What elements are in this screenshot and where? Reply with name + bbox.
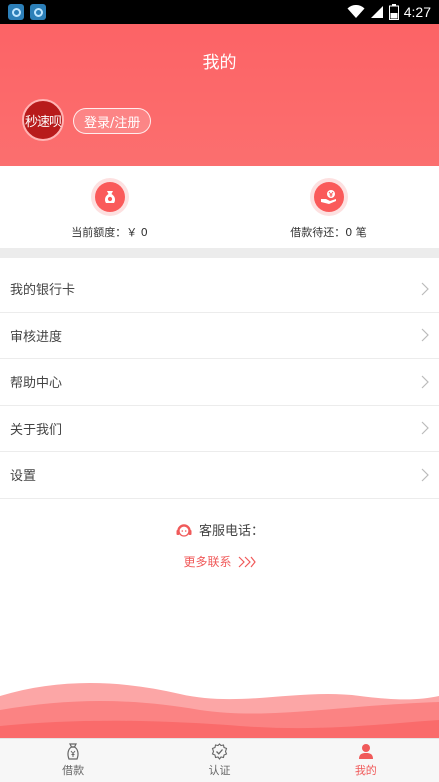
chevron-right-icon bbox=[421, 375, 429, 389]
loan-bag-icon bbox=[67, 743, 79, 760]
avatar-logo[interactable]: 秒速呗 bbox=[22, 99, 64, 141]
tab-label: 我的 bbox=[354, 764, 377, 777]
avatar-logo-text: 秒速呗 bbox=[24, 114, 62, 130]
service-phone-label: 客服电话： bbox=[198, 524, 264, 539]
battery-icon bbox=[388, 4, 399, 20]
verify-icon bbox=[211, 743, 228, 760]
chevron-right-icon bbox=[421, 468, 429, 482]
tab-mine[interactable]: 我的 bbox=[293, 739, 439, 782]
headset-icon bbox=[176, 523, 192, 537]
credit-limit-text: 当前额度：￥ 0 bbox=[71, 226, 148, 239]
credit-limit-stat[interactable]: 当前额度：￥ 0 bbox=[0, 166, 219, 248]
menu-item-label: 关于我们 bbox=[10, 422, 63, 438]
loan-pending-text: 借款待还：0 笔 bbox=[290, 226, 367, 239]
person-icon bbox=[358, 744, 373, 759]
menu-item-settings[interactable]: 设置 bbox=[0, 452, 439, 499]
settings-menu: 我的银行卡 审核进度 帮助中心 关于我们 设置 bbox=[0, 266, 439, 499]
more-contact-link[interactable]: 更多联系 bbox=[0, 553, 439, 570]
tab-label: 借款 bbox=[62, 764, 85, 777]
double-chevron-right-icon bbox=[238, 556, 256, 567]
tab-loan[interactable]: 借款 bbox=[0, 739, 146, 782]
wifi-icon bbox=[347, 5, 365, 18]
signal-icon bbox=[370, 6, 383, 18]
decorative-waves bbox=[0, 683, 439, 738]
chevron-right-icon bbox=[421, 328, 429, 342]
menu-item-review-progress[interactable]: 审核进度 bbox=[0, 313, 439, 359]
chevron-right-icon bbox=[421, 421, 429, 435]
section-divider bbox=[0, 248, 439, 258]
service-phone-line[interactable]: 客服电话： bbox=[0, 520, 439, 539]
menu-item-label: 设置 bbox=[10, 469, 37, 485]
clock: 4:27 bbox=[403, 4, 431, 20]
tab-verify[interactable]: 认证 bbox=[146, 739, 292, 782]
repay-hand-icon bbox=[313, 182, 344, 212]
menu-item-help-center[interactable]: 帮助中心 bbox=[0, 359, 439, 406]
menu-item-label: 审核进度 bbox=[10, 329, 63, 345]
account-stats: 当前额度：￥ 0 借款待还：0 笔 bbox=[0, 166, 439, 248]
status-bar: 4:27 bbox=[0, 0, 439, 24]
more-contact-label: 更多联系 bbox=[183, 555, 232, 569]
menu-item-label: 我的银行卡 bbox=[10, 283, 76, 299]
menu-item-bank-card[interactable]: 我的银行卡 bbox=[0, 266, 439, 313]
loan-pending-stat[interactable]: 借款待还：0 笔 bbox=[219, 166, 438, 248]
menu-item-about-us[interactable]: 关于我们 bbox=[0, 406, 439, 452]
bottom-tab-bar: 借款 认证 我的 bbox=[0, 738, 439, 782]
chevron-right-icon bbox=[421, 282, 429, 296]
app-notification-icon bbox=[30, 4, 46, 20]
page-title: 我的 bbox=[202, 53, 237, 73]
login-register-button[interactable]: 登录/注册 bbox=[73, 108, 152, 134]
profile-header: 我的 秒速呗 登录/注册 bbox=[0, 24, 439, 166]
tab-label: 认证 bbox=[208, 764, 231, 777]
money-bag-icon bbox=[94, 182, 125, 212]
app-notification-icon bbox=[8, 4, 24, 20]
customer-service: 客服电话： 更多联系 bbox=[0, 520, 439, 570]
menu-item-label: 帮助中心 bbox=[10, 376, 63, 392]
